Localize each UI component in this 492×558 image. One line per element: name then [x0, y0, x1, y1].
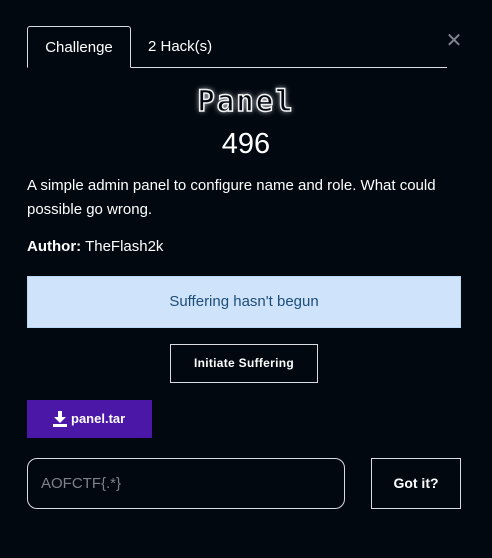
footer-fragment	[230, 551, 258, 558]
footer-fragment	[78, 551, 152, 558]
download-icon	[53, 411, 67, 427]
download-file-button[interactable]: panel.tar	[27, 400, 152, 438]
challenge-modal: ✕ Challenge 2 Hack(s) Panel 496 A simple…	[0, 0, 492, 558]
tab-bar: Challenge 2 Hack(s)	[27, 26, 447, 68]
tab-challenge[interactable]: Challenge	[27, 26, 131, 68]
close-icon[interactable]: ✕	[445, 30, 463, 50]
partially-visible-footer	[0, 551, 492, 558]
initiate-instance-button[interactable]: Initiate Suffering	[170, 344, 318, 383]
challenge-author: Author: TheFlash2k	[27, 238, 163, 255]
submit-flag-button[interactable]: Got it?	[371, 458, 461, 509]
tab-hacks[interactable]: 2 Hack(s)	[148, 26, 212, 67]
download-file-label: panel.tar	[71, 411, 126, 426]
challenge-description: A simple admin panel to configure name a…	[27, 177, 436, 218]
footer-fragment	[338, 551, 410, 558]
author-label: Author:	[27, 238, 82, 255]
challenge-title: Panel	[197, 83, 295, 119]
author-name: TheFlash2k	[85, 238, 164, 255]
instance-status-alert: Suffering hasn't begun	[27, 276, 461, 328]
flag-input[interactable]	[27, 458, 345, 509]
challenge-points: 496	[221, 128, 271, 160]
